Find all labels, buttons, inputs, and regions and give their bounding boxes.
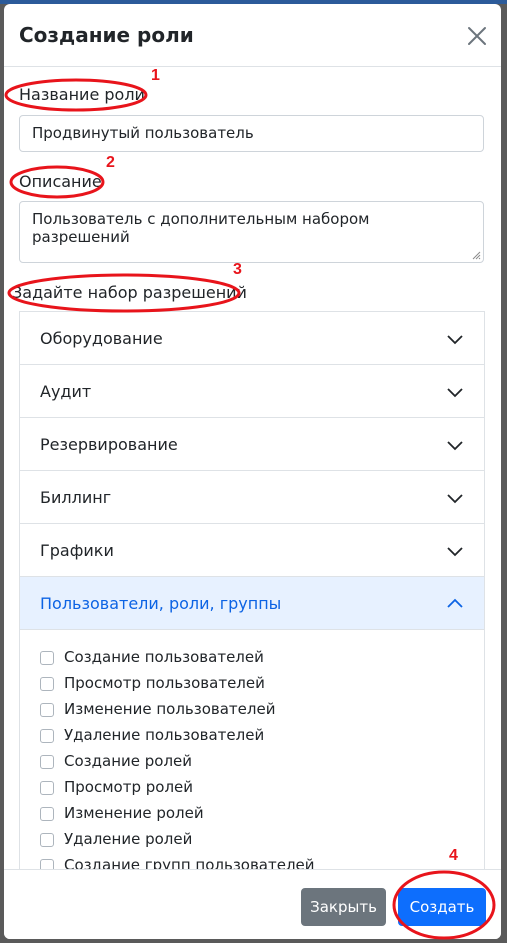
permission-label: Создание пользователей (64, 648, 264, 666)
permission-checkbox[interactable] (40, 833, 54, 847)
role-name-label: Название роли (19, 85, 145, 104)
section-billing[interactable]: Биллинг (20, 471, 484, 524)
role-name-value: Продвинутый пользователь (32, 124, 254, 142)
section-charts[interactable]: Графики (20, 524, 484, 577)
chevron-down-icon (447, 494, 463, 504)
section-backup[interactable]: Резервирование (20, 418, 484, 471)
section-users-roles-groups[interactable]: Пользователи, роли, группы (20, 577, 484, 630)
chevron-down-icon (447, 547, 463, 557)
resize-handle-icon[interactable] (471, 250, 481, 260)
permission-label: Просмотр ролей (64, 778, 194, 796)
permission-label: Просмотр пользователей (64, 674, 265, 692)
annotation-number-2: 2 (106, 154, 115, 171)
section-label: Биллинг (40, 488, 112, 507)
description-value: Пользователь с дополнительным набором ра… (32, 210, 370, 246)
annotation-number-3: 3 (233, 261, 242, 278)
section-label: Пользователи, роли, группы (40, 594, 282, 613)
create-role-modal: Создание роли Название роли Продвинутый … (4, 4, 501, 939)
permission-checkbox[interactable] (40, 729, 54, 743)
section-label: Оборудование (40, 329, 163, 348)
description-textarea[interactable]: Пользователь с дополнительным набором ра… (19, 201, 484, 263)
section-label: Графики (40, 541, 114, 560)
create-role-button[interactable]: Создать (398, 888, 486, 926)
permission-checkbox[interactable] (40, 807, 54, 821)
permission-label: Удаление пользователей (64, 726, 265, 744)
annotation-number-4: 4 (449, 847, 458, 864)
permission-label: Изменение ролей (64, 804, 204, 822)
modal-title: Создание роли (19, 23, 194, 47)
permissions-label: Задайте набор разрешений (12, 283, 247, 302)
modal-footer: Закрыть Создать (4, 869, 501, 939)
permission-label: Удаление ролей (64, 830, 193, 848)
chevron-down-icon (447, 441, 463, 451)
close-icon (468, 27, 486, 45)
role-name-input[interactable]: Продвинутый пользователь (19, 115, 484, 152)
permission-checkbox[interactable] (40, 703, 54, 717)
permissions-accordion: Оборудование Аудит Резервирование Биллин… (19, 311, 485, 871)
annotation-number-1: 1 (151, 67, 160, 84)
chevron-down-icon (447, 335, 463, 345)
modal-header: Создание роли (4, 4, 501, 67)
section-label: Аудит (40, 382, 92, 401)
section-audit[interactable]: Аудит (20, 365, 484, 418)
permission-checkbox[interactable] (40, 781, 54, 795)
permission-checkbox[interactable] (40, 677, 54, 691)
description-label: Описание (19, 172, 102, 191)
section-equipment[interactable]: Оборудование (20, 312, 484, 365)
permission-label: Создание ролей (64, 752, 193, 770)
permission-checkbox[interactable] (40, 651, 54, 665)
chevron-up-icon (447, 598, 463, 608)
section-label: Резервирование (40, 435, 178, 454)
chevron-down-icon (447, 388, 463, 398)
permission-label: Изменение пользователей (64, 700, 276, 718)
permission-checkbox[interactable] (40, 755, 54, 769)
close-button[interactable] (463, 22, 491, 50)
close-modal-button[interactable]: Закрыть (301, 888, 386, 926)
